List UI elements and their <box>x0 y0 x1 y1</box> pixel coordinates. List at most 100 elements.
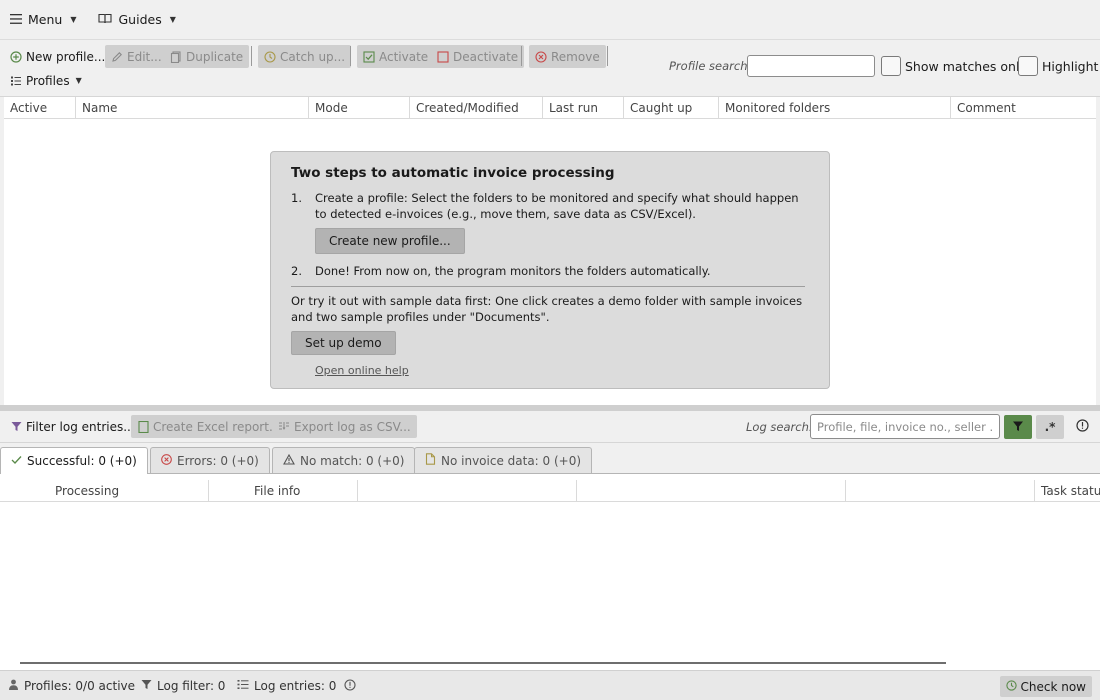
document-icon <box>425 453 436 468</box>
info-button[interactable] <box>1068 415 1096 439</box>
status-profiles-label: Profiles: 0/0 active <box>24 679 136 693</box>
log-table-header: Processing File info Task status <box>0 480 1100 502</box>
deactivate-button[interactable]: Deactivate <box>431 45 525 68</box>
column-header-active[interactable]: Active <box>4 97 76 119</box>
chevron-down-icon: ▼ <box>75 76 82 85</box>
column-header-task-status[interactable]: Task status <box>1035 480 1100 502</box>
profiles-menu-button[interactable]: Profiles ▼ <box>4 69 88 92</box>
check-now-button[interactable]: Check now <box>999 676 1092 697</box>
column-header-caught-up[interactable]: Caught up <box>624 97 719 119</box>
profile-search-label: Profile search: <box>669 59 752 73</box>
excel-icon <box>137 420 149 433</box>
error-circle-icon <box>161 453 172 468</box>
open-online-help-link[interactable]: Open online help <box>315 364 409 377</box>
list-icon <box>10 75 22 87</box>
filter-icon <box>141 679 152 693</box>
check-now-label: Check now <box>1020 679 1087 694</box>
step-text: Done! From now on, the program monitors … <box>315 264 711 278</box>
edit-button[interactable]: Edit... <box>105 45 168 68</box>
filter-icon <box>1012 420 1024 435</box>
toolbar-separator <box>607 46 608 66</box>
column-header-name[interactable]: Name <box>76 97 309 119</box>
show-matches-only-label: Show matches only <box>905 59 1027 74</box>
highlight-label: Highlight <box>1042 59 1099 74</box>
plus-circle-icon <box>10 50 22 63</box>
column-header-created-modified[interactable]: Created/Modified <box>410 97 543 119</box>
tab-no-invoice-data[interactable]: No invoice data: 0 (+0) <box>414 447 593 473</box>
remove-label: Remove <box>551 49 600 64</box>
column-header-mode[interactable]: Mode <box>309 97 410 119</box>
export-log-csv-button[interactable]: Export log as CSV... <box>272 415 417 438</box>
duplicate-button[interactable]: Duplicate <box>164 45 250 68</box>
copy-icon <box>170 50 182 63</box>
log-tabs: Successful: 0 (+0) Errors: 0 (+0) No mat… <box>0 447 1100 474</box>
checkbox-checked-icon <box>363 50 375 63</box>
tab-no-match[interactable]: No match: 0 (+0) <box>272 447 416 473</box>
export-log-csv-label: Export log as CSV... <box>294 419 411 434</box>
column-header-last-run[interactable]: Last run <box>543 97 624 119</box>
onboarding-step-1: 1. Create a profile: Select the folders … <box>291 190 809 254</box>
create-new-profile-button[interactable]: Create new profile... <box>315 228 465 254</box>
check-icon <box>11 454 22 468</box>
column-header-blank[interactable] <box>577 480 846 502</box>
profiles-menu-label: Profiles <box>26 73 70 88</box>
column-header-monitored-folders[interactable]: Monitored folders <box>719 97 951 119</box>
menu-bar: Menu ▼ Guides ▼ <box>0 0 1100 40</box>
profiles-table: Active Name Mode Created/Modified Last r… <box>4 97 1096 405</box>
filter-toggle-button[interactable] <box>1004 415 1032 439</box>
column-header-blank[interactable] <box>358 480 577 502</box>
hamburger-icon <box>10 12 22 27</box>
toolbar-separator <box>521 46 522 66</box>
toolbar-separator <box>350 46 351 66</box>
guides-menu-label: Guides <box>118 12 162 27</box>
show-matches-only-checkbox[interactable] <box>881 56 901 76</box>
status-log-entries-label: Log entries: 0 <box>254 679 337 693</box>
set-up-demo-button[interactable]: Set up demo <box>291 331 396 355</box>
status-log-entries: Log entries: 0 <box>237 679 336 693</box>
log-search-input[interactable] <box>810 414 1000 439</box>
person-icon <box>8 679 19 693</box>
tab-errors-label: Errors: 0 (+0) <box>177 453 259 468</box>
new-profile-label: New profile... <box>26 49 106 64</box>
create-excel-report-button[interactable]: Create Excel report... <box>131 415 287 438</box>
column-header-processing[interactable]: Processing <box>0 480 209 502</box>
remove-button[interactable]: Remove <box>529 45 606 68</box>
filter-log-entries-button[interactable]: Filter log entries... <box>4 415 141 438</box>
catch-up-button[interactable]: Catch up... <box>258 45 352 68</box>
info-circle-icon <box>344 679 356 694</box>
activate-label: Activate <box>379 49 429 64</box>
horizontal-scrollbar[interactable] <box>20 662 946 664</box>
chevron-down-icon: ▼ <box>70 15 77 24</box>
highlight-checkbox[interactable] <box>1018 56 1038 76</box>
filter-log-entries-label: Filter log entries... <box>26 419 135 434</box>
status-info-button[interactable] <box>344 679 356 694</box>
edit-label: Edit... <box>127 49 162 64</box>
info-circle-icon <box>1075 419 1089 435</box>
main-menu-button[interactable]: Menu ▼ <box>10 12 76 27</box>
tab-successful[interactable]: Successful: 0 (+0) <box>0 447 148 474</box>
catch-up-label: Catch up... <box>280 49 346 64</box>
regex-toggle-button[interactable]: .* <box>1036 415 1064 439</box>
new-profile-button[interactable]: New profile... <box>4 45 111 68</box>
guides-menu-button[interactable]: Guides ▼ <box>98 12 176 27</box>
status-log-filter: Log filter: 0 <box>141 679 225 693</box>
warning-icon <box>283 453 295 468</box>
tab-errors[interactable]: Errors: 0 (+0) <box>150 447 270 473</box>
regex-icon: .* <box>1044 420 1056 434</box>
status-log-filter-label: Log filter: 0 <box>157 679 226 693</box>
checkbox-empty-icon <box>437 50 449 63</box>
column-header-blank[interactable] <box>846 480 1035 502</box>
column-header-comment[interactable]: Comment <box>951 97 1096 119</box>
remove-circle-icon <box>535 50 547 63</box>
demo-description: Or try it out with sample data first: On… <box>291 294 803 324</box>
column-header-file-info[interactable]: File info <box>209 480 358 502</box>
activate-button[interactable]: Activate <box>357 45 435 68</box>
main-menu-label: Menu <box>28 12 63 27</box>
clock-icon <box>1005 679 1017 694</box>
csv-export-icon <box>278 421 290 433</box>
profile-toolbar: New profile... Edit... Duplicate Catch u… <box>0 40 1100 97</box>
profile-search-input[interactable] <box>747 55 875 77</box>
tab-successful-label: Successful: 0 (+0) <box>27 454 137 468</box>
log-table: Processing File info Task status <box>0 473 1100 670</box>
onboarding-step-2: 2. Done! From now on, the program monito… <box>291 263 809 279</box>
